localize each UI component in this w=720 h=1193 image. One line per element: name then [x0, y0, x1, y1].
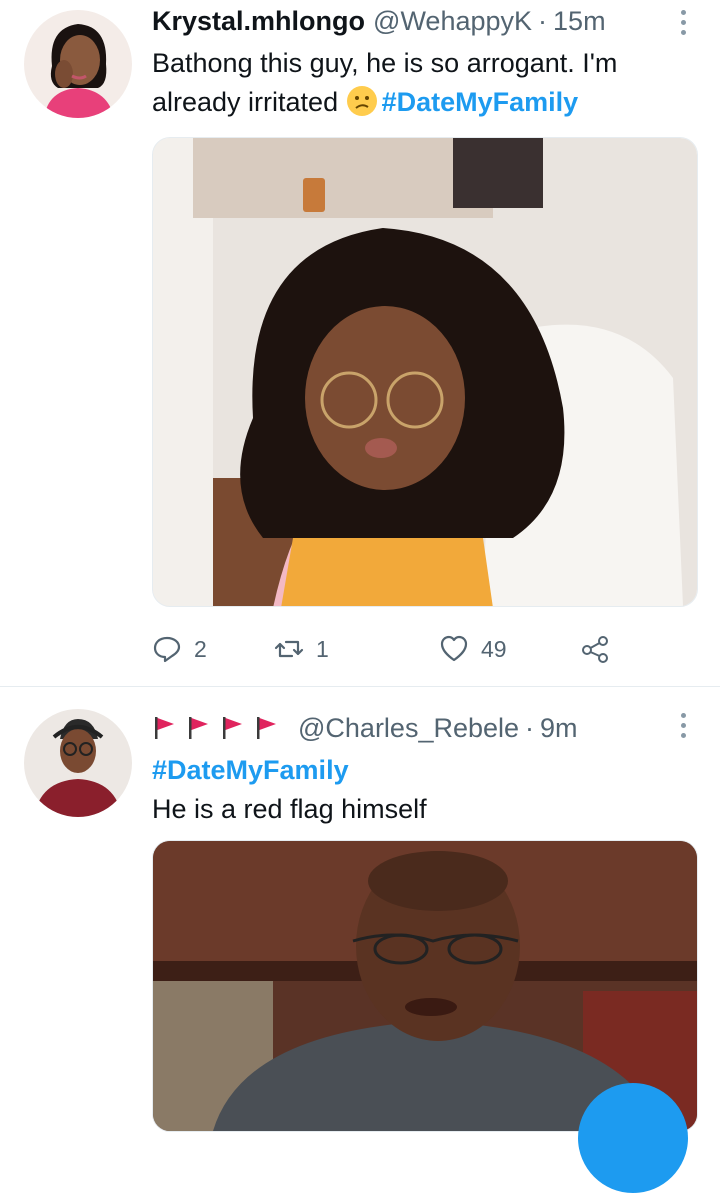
tweet-actions: 2 1 49: [152, 629, 622, 669]
separator: ·: [538, 5, 548, 36]
display-name[interactable]: Krystal.mhlongo: [152, 6, 365, 37]
tweet-image[interactable]: [152, 137, 698, 607]
like-button[interactable]: 49: [439, 629, 507, 669]
user-handle[interactable]: @Charles_Rebele: [298, 713, 519, 744]
reply-button[interactable]: 2: [152, 629, 207, 669]
tweet-text: Bathong this guy, he is so arrogant. I'm…: [152, 44, 692, 122]
tweet[interactable]: Krystal.mhlongo @WehappyK · 15m Bathong …: [0, 0, 720, 687]
tweet[interactable]: @Charles_Rebele · 9m #DateMyFamily He is…: [0, 687, 720, 1132]
like-count: 49: [481, 635, 507, 662]
hashtag-link[interactable]: #DateMyFamily: [152, 751, 692, 790]
retweet-count: 1: [316, 635, 329, 662]
separator: ·: [525, 712, 535, 743]
more-icon[interactable]: [678, 10, 688, 35]
hashtag-link[interactable]: #DateMyFamily: [382, 87, 579, 117]
user-handle[interactable]: @WehappyK: [373, 6, 532, 37]
avatar[interactable]: [24, 709, 132, 817]
red-flag-emoji: [189, 717, 208, 739]
red-flag-emoji: [155, 717, 174, 739]
reply-count: 2: [194, 635, 207, 662]
like-icon: [440, 635, 468, 662]
tweet-header: Krystal.mhlongo @WehappyK · 15m: [152, 4, 606, 38]
timestamp[interactable]: 9m: [540, 713, 578, 744]
retweet-button[interactable]: 1: [274, 629, 329, 669]
tweet-header: @Charles_Rebele · 9m: [152, 711, 578, 745]
tweet-text-content: He is a red flag himself: [152, 794, 427, 824]
timestamp[interactable]: 15m: [553, 6, 606, 37]
confused-face-emoji: [346, 86, 377, 116]
red-flag-emoji: [223, 717, 242, 739]
retweet-icon: [274, 640, 304, 658]
red-flag-emoji: [257, 717, 276, 739]
share-button[interactable]: [580, 629, 610, 669]
avatar[interactable]: [24, 10, 132, 118]
reply-icon: [153, 636, 181, 663]
compose-fab[interactable]: [578, 1083, 688, 1193]
display-name-flags[interactable]: [152, 715, 280, 741]
tweet-text: #DateMyFamily He is a red flag himself: [152, 751, 692, 829]
more-icon[interactable]: [678, 713, 688, 738]
share-icon: [582, 636, 608, 663]
